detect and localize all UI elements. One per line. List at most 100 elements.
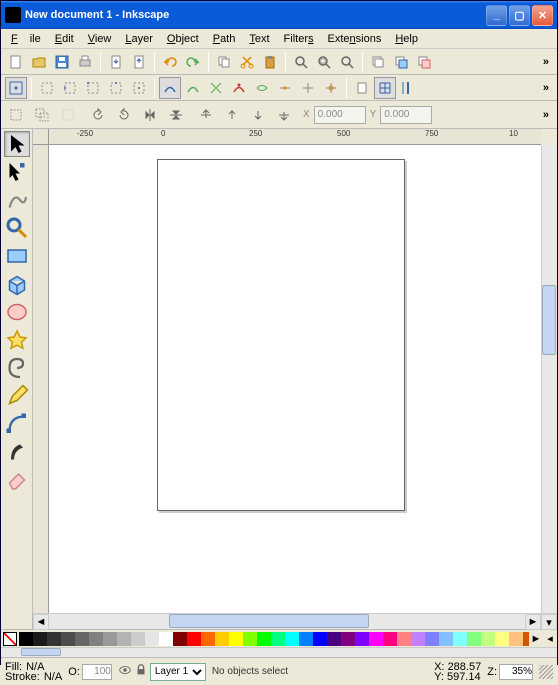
menu-layer[interactable]: Layer: [119, 31, 159, 47]
import-button[interactable]: [105, 51, 127, 73]
selector-tool[interactable]: [4, 131, 30, 157]
palette-swatch[interactable]: [145, 632, 159, 646]
palette-swatch[interactable]: [341, 632, 355, 646]
canvas[interactable]: [49, 145, 541, 613]
select-all-button[interactable]: [5, 104, 27, 126]
palette-scrollbar[interactable]: [1, 647, 557, 657]
lock-icon[interactable]: [134, 663, 148, 680]
zoom-page-button[interactable]: [336, 51, 358, 73]
x-input[interactable]: [314, 106, 366, 124]
minimize-button[interactable]: _: [486, 5, 507, 26]
snap-bbox-center-button[interactable]: [128, 77, 150, 99]
menu-help[interactable]: Help: [389, 31, 424, 47]
snap-nodes-button[interactable]: [159, 77, 181, 99]
raise-top-button[interactable]: [195, 104, 217, 126]
tweak-tool[interactable]: [4, 187, 30, 213]
palette-swatch[interactable]: [103, 632, 117, 646]
snap-page-button[interactable]: [351, 77, 373, 99]
palette-swatch[interactable]: [299, 632, 313, 646]
toolbar-snap-overflow[interactable]: »: [539, 82, 553, 94]
snap-center-button[interactable]: [297, 77, 319, 99]
raise-button[interactable]: [221, 104, 243, 126]
ruler-vertical[interactable]: [33, 145, 49, 613]
print-button[interactable]: [74, 51, 96, 73]
hscroll-right[interactable]: ►: [525, 614, 541, 630]
palette-swatch[interactable]: [411, 632, 425, 646]
palette-swatch[interactable]: [467, 632, 481, 646]
zoom-tool[interactable]: [4, 215, 30, 241]
opacity-input[interactable]: [82, 664, 112, 680]
star-tool[interactable]: [4, 327, 30, 353]
close-button[interactable]: ✕: [532, 5, 553, 26]
snap-midpoint-button[interactable]: [274, 77, 296, 99]
zoom-drawing-button[interactable]: [313, 51, 335, 73]
paste-button[interactable]: [259, 51, 281, 73]
palette-swatch[interactable]: [47, 632, 61, 646]
resize-grip[interactable]: [539, 665, 553, 679]
palette-menu[interactable]: ◂: [543, 632, 557, 646]
flip-v-button[interactable]: [165, 104, 187, 126]
palette-swatch[interactable]: [173, 632, 187, 646]
zoom-fit-button[interactable]: [290, 51, 312, 73]
snap-rotation-button[interactable]: [320, 77, 342, 99]
palette-swatch[interactable]: [481, 632, 495, 646]
rotate-cw-button[interactable]: [113, 104, 135, 126]
palette-swatch[interactable]: [285, 632, 299, 646]
save-button[interactable]: [51, 51, 73, 73]
snap-path-button[interactable]: [182, 77, 204, 99]
palette-swatch[interactable]: [215, 632, 229, 646]
rect-tool[interactable]: [4, 243, 30, 269]
select-all-layers-button[interactable]: [31, 104, 53, 126]
undo-button[interactable]: [159, 51, 181, 73]
palette-swatch[interactable]: [89, 632, 103, 646]
maximize-button[interactable]: ▢: [509, 5, 530, 26]
snap-intersect-button[interactable]: [205, 77, 227, 99]
snap-bbox-midpoint-button[interactable]: [105, 77, 127, 99]
palette-swatch[interactable]: [383, 632, 397, 646]
clone-button[interactable]: [390, 51, 412, 73]
palette-swatch[interactable]: [131, 632, 145, 646]
palette-scroll-right[interactable]: ►: [529, 632, 543, 646]
menu-extensions[interactable]: Extensions: [322, 31, 388, 47]
vscroll-thumb[interactable]: [542, 285, 556, 355]
palette-swatch[interactable]: [117, 632, 131, 646]
palette-swatch[interactable]: [243, 632, 257, 646]
snap-enable-button[interactable]: [5, 77, 27, 99]
snap-bbox-button[interactable]: [36, 77, 58, 99]
menu-path[interactable]: Path: [207, 31, 242, 47]
palette-swatch[interactable]: [453, 632, 467, 646]
palette-swatch[interactable]: [495, 632, 509, 646]
snap-bbox-edge-button[interactable]: [59, 77, 81, 99]
visibility-icon[interactable]: [118, 663, 132, 680]
ruler-horizontal[interactable]: -250 0 250 500 750 10: [49, 129, 541, 145]
palette-swatch[interactable]: [355, 632, 369, 646]
hscroll-left[interactable]: ◄: [33, 614, 49, 630]
rotate-ccw-button[interactable]: [87, 104, 109, 126]
spiral-tool[interactable]: [4, 355, 30, 381]
snap-bbox-corner-button[interactable]: [82, 77, 104, 99]
duplicate-button[interactable]: [367, 51, 389, 73]
zoom-input[interactable]: [499, 664, 533, 680]
deselect-button[interactable]: [57, 104, 79, 126]
menu-edit[interactable]: Edit: [49, 31, 80, 47]
palette-swatch[interactable]: [257, 632, 271, 646]
palette-swatch[interactable]: [19, 632, 33, 646]
y-input[interactable]: [380, 106, 432, 124]
3dbox-tool[interactable]: [4, 271, 30, 297]
palette-swatch[interactable]: [61, 632, 75, 646]
vertical-scrollbar[interactable]: [541, 145, 557, 613]
lower-button[interactable]: [247, 104, 269, 126]
eraser-tool[interactable]: [4, 467, 30, 493]
palette-swatch[interactable]: [397, 632, 411, 646]
snap-smooth-button[interactable]: [251, 77, 273, 99]
palette-swatch[interactable]: [201, 632, 215, 646]
snap-guide-button[interactable]: [397, 77, 419, 99]
snap-cusp-button[interactable]: [228, 77, 250, 99]
palette-swatch[interactable]: [229, 632, 243, 646]
lower-bottom-button[interactable]: [273, 104, 295, 126]
palette-swatch[interactable]: [369, 632, 383, 646]
snap-grid-button[interactable]: [374, 77, 396, 99]
toolbar-transform-overflow[interactable]: »: [539, 109, 553, 121]
open-button[interactable]: [28, 51, 50, 73]
menu-filters[interactable]: Filters: [278, 31, 320, 47]
